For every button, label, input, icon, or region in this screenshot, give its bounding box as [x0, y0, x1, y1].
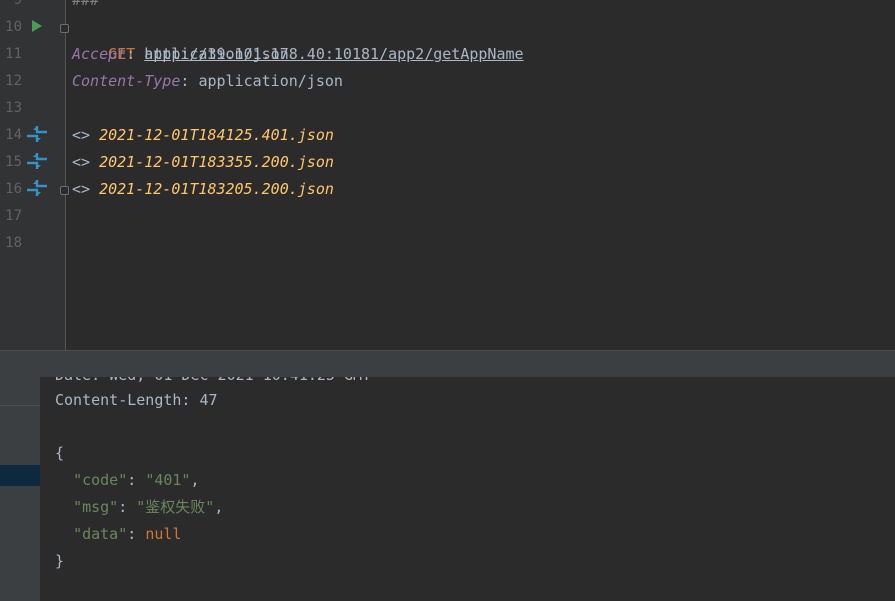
line-number: 17 — [5, 208, 22, 224]
response-link-icon[interactable] — [26, 178, 48, 198]
fold-marker-icon[interactable] — [60, 186, 69, 195]
json-sep: : — [127, 471, 146, 489]
json-sep: : — [118, 498, 137, 516]
http-request-editor[interactable]: 9 10 11 12 13 14 15 16 17 18 ### GET htt… — [0, 0, 895, 350]
line-number: 18 — [5, 235, 22, 251]
json-value: "401" — [145, 471, 191, 489]
response-toolbar — [0, 377, 40, 601]
json-field: "data": null — [55, 521, 181, 548]
json-comma: , — [190, 471, 200, 489]
header-value: application/json — [198, 72, 343, 90]
line-number: 13 — [5, 100, 22, 116]
selected-toolbar-item[interactable] — [0, 465, 40, 486]
header-name: Content-Type — [72, 72, 181, 90]
line-number: 9 — [13, 0, 22, 8]
json-comma: , — [214, 498, 224, 516]
json-field: "code": "401", — [55, 467, 200, 494]
response-panel[interactable]: Date: Wed, 01 Dec 2021 10:41:25 GMT Cont… — [0, 377, 895, 601]
header-line: Accept: application/json — [72, 41, 289, 68]
json-open-brace: { — [55, 444, 65, 462]
response-link-line: <> 2021-12-01T183355.200.json — [72, 149, 334, 176]
response-link-line: <> 2021-12-01T183205.200.json — [72, 176, 334, 203]
line-number: 10 — [5, 19, 22, 35]
header-colon: : — [126, 45, 145, 63]
line-number: 14 — [5, 127, 22, 143]
line-number: 15 — [5, 154, 22, 170]
request-line: GET http://39.101.178.40:10181/app2/getA… — [72, 14, 523, 63]
run-request-icon[interactable] — [30, 18, 44, 34]
header-colon: : — [180, 72, 199, 90]
response-link-line: <> 2021-12-01T184125.401.json — [72, 122, 334, 149]
content-length-line: Content-Length: 47 — [55, 391, 218, 409]
response-file-link[interactable]: 2021-12-01T183205.200.json — [99, 180, 334, 198]
response-file-link[interactable]: 2021-12-01T183355.200.json — [99, 153, 334, 171]
json-key: "data" — [73, 525, 128, 543]
json-value: "鉴权失败" — [136, 498, 215, 516]
header-name: Accept — [72, 45, 127, 63]
response-file-link[interactable]: 2021-12-01T184125.401.json — [99, 126, 334, 144]
response-link-icon[interactable] — [26, 151, 48, 171]
json-sep: : — [127, 525, 146, 543]
fold-marker-icon[interactable] — [60, 24, 69, 33]
json-close-brace: } — [55, 552, 65, 570]
response-link-prefix: <> — [72, 153, 100, 171]
line-number: 11 — [5, 46, 22, 62]
line-number: 16 — [5, 181, 22, 197]
response-link-prefix: <> — [72, 180, 100, 198]
json-key: "code" — [73, 471, 128, 489]
line-number: 12 — [5, 73, 22, 89]
toolbar-divider — [0, 405, 40, 406]
editor-gutter: 9 10 11 12 13 14 15 16 17 18 — [0, 0, 69, 350]
json-key: "msg" — [73, 498, 119, 516]
request-separator: ### — [72, 0, 100, 9]
json-value: null — [145, 525, 182, 543]
response-link-prefix: <> — [72, 126, 100, 144]
header-line: Content-Type: application/json — [72, 68, 343, 95]
header-value: application/json — [144, 45, 289, 63]
response-link-icon[interactable] — [26, 124, 48, 144]
panel-splitter[interactable] — [0, 350, 895, 378]
json-field: "msg": "鉴权失败", — [55, 494, 223, 521]
